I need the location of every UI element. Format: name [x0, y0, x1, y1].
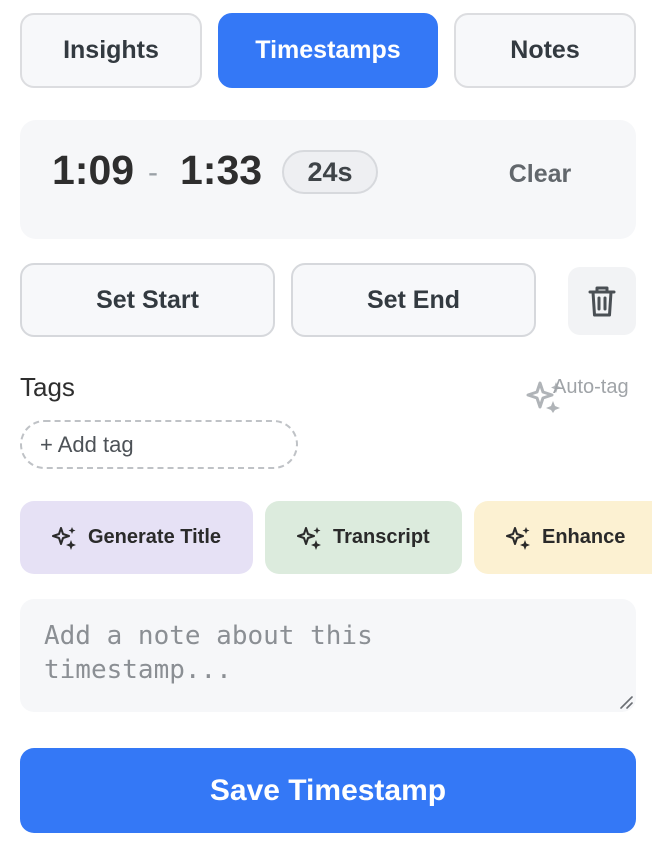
trash-icon	[588, 286, 616, 317]
generate-title-button[interactable]: Generate Title	[20, 501, 253, 574]
add-tag-button[interactable]: + Add tag	[20, 420, 298, 469]
tags-heading: Tags	[20, 372, 75, 402]
set-start-button[interactable]: Set Start	[20, 263, 275, 337]
transcript-label: Transcript	[333, 526, 430, 548]
start-time: 1:09	[52, 147, 135, 193]
end-time: 1:33	[180, 147, 263, 193]
transcript-button[interactable]: Transcript	[265, 501, 462, 574]
sparkles-icon	[506, 526, 530, 550]
resize-grip-icon[interactable]	[618, 694, 634, 710]
note-textarea[interactable]: Add a note about this timestamp...	[20, 599, 636, 712]
enhance-label: Enhance	[542, 526, 626, 548]
sparkles-icon	[52, 526, 76, 550]
tab-timestamps[interactable]: Timestamps	[218, 13, 438, 88]
clear-button[interactable]: Clear	[490, 160, 590, 189]
sparkles-icon	[297, 526, 321, 550]
time-range-card: 1:09 - 1:33 24s Clear	[20, 120, 636, 239]
note-placeholder: Add a note about this timestamp...	[44, 621, 373, 685]
delete-button[interactable]	[568, 267, 636, 335]
set-end-button[interactable]: Set End	[291, 263, 536, 337]
enhance-button[interactable]: Enhance	[474, 501, 652, 574]
tab-insights[interactable]: Insights	[20, 13, 202, 88]
duration-badge: 24s	[282, 150, 378, 194]
range-separator: -	[148, 156, 158, 189]
save-timestamp-button[interactable]: Save Timestamp	[20, 748, 636, 833]
auto-tag-label: Auto-tag	[553, 376, 629, 398]
generate-title-label: Generate Title	[88, 526, 222, 548]
auto-tag-button[interactable]: Auto-tag	[526, 374, 636, 414]
tab-notes[interactable]: Notes	[454, 13, 636, 88]
